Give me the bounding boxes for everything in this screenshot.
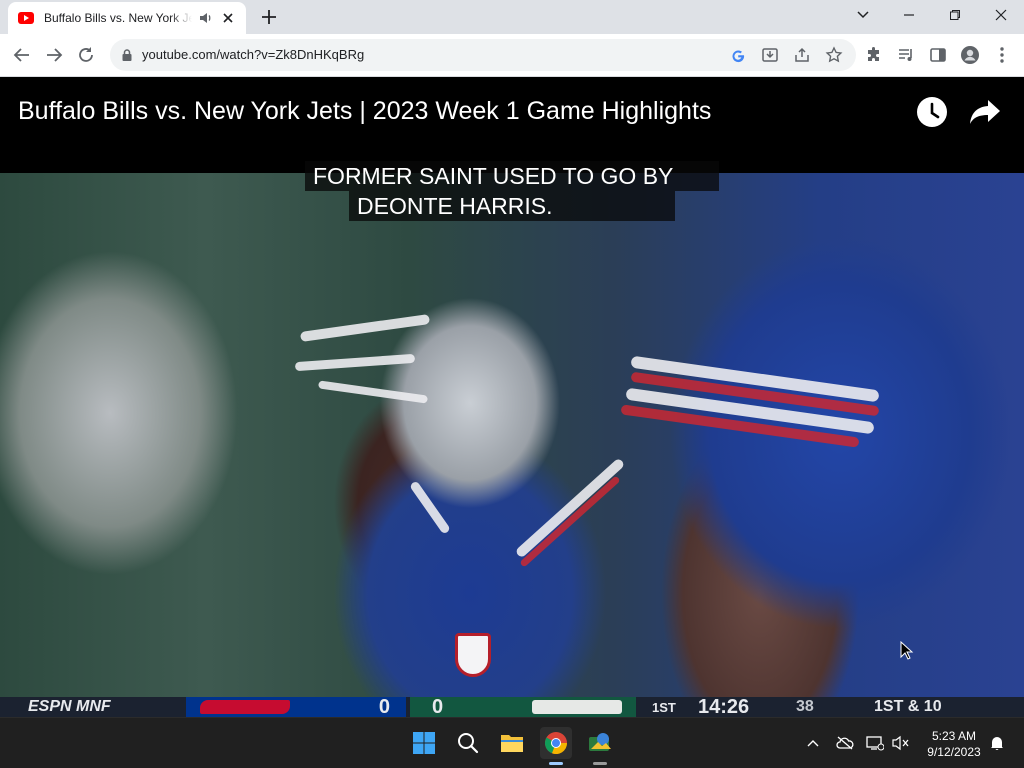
network-logo: ESPN MNF xyxy=(28,698,111,715)
browser-toolbar: youtube.com/watch?v=Zk8DnHKqBRg xyxy=(0,34,1024,77)
forward-icon[interactable] xyxy=(42,43,66,67)
nfl-shield-logo xyxy=(455,633,491,677)
install-app-icon[interactable] xyxy=(760,45,780,65)
video-player[interactable]: Buffalo Bills vs. New York Jets | 2023 W… xyxy=(0,77,1024,717)
extensions-icon[interactable] xyxy=(864,45,884,65)
down-distance: 1ST & 10 xyxy=(874,698,942,715)
running-app-indicator xyxy=(593,762,607,765)
play-clock: 38 xyxy=(796,698,814,715)
home-team-panel: 0 xyxy=(410,697,636,717)
away-team-panel: 0 xyxy=(186,697,406,717)
youtube-favicon-icon xyxy=(18,12,34,24)
taskbar-clock[interactable]: 5:23 AM 9/12/2023 xyxy=(922,728,986,760)
reload-icon[interactable] xyxy=(74,43,98,67)
facemask-bar xyxy=(294,353,416,372)
speaker-icon[interactable] xyxy=(198,10,214,26)
show-hidden-icons-chevron-icon[interactable] xyxy=(804,734,822,752)
tab-search-icon[interactable] xyxy=(840,0,886,30)
caption-line: FORMER SAINT USED TO GO BY xyxy=(305,161,719,191)
onedrive-offline-icon[interactable] xyxy=(836,734,854,752)
windows-taskbar: 5:23 AM 9/12/2023 xyxy=(0,717,1024,768)
chrome-taskbar-icon[interactable] xyxy=(540,727,572,765)
clock-time: 5:23 AM xyxy=(931,729,977,743)
profile-avatar-icon[interactable] xyxy=(960,45,980,65)
video-title[interactable]: Buffalo Bills vs. New York Jets | 2023 W… xyxy=(18,97,711,126)
watch-later-clock-icon[interactable] xyxy=(916,96,948,128)
share-page-icon[interactable] xyxy=(792,45,812,65)
tab-strip: Buffalo Bills vs. New York Jets | 2023 W… xyxy=(0,0,1024,34)
game-clock: 14:26 xyxy=(698,697,750,717)
tab-title: Buffalo Bills vs. New York Jets | 2023 W… xyxy=(44,11,192,25)
lock-icon[interactable] xyxy=(120,48,134,62)
back-icon[interactable] xyxy=(10,43,34,67)
app-taskbar-icon[interactable] xyxy=(584,727,616,765)
jersey-collar xyxy=(409,480,451,535)
jets-logo-icon xyxy=(532,700,622,714)
facemask-bar xyxy=(299,314,431,342)
facemask-bar xyxy=(317,380,429,404)
close-window-icon[interactable] xyxy=(978,0,1024,30)
address-bar[interactable]: youtube.com/watch?v=Zk8DnHKqBRg xyxy=(110,39,856,71)
quarter: 1ST xyxy=(652,699,676,715)
caption-line: DEONTE HARRIS. xyxy=(349,191,675,221)
media-control-icon[interactable] xyxy=(896,45,916,65)
browser-tab[interactable]: Buffalo Bills vs. New York Jets | 2023 W… xyxy=(8,2,246,34)
file-explorer-icon[interactable] xyxy=(496,727,528,759)
menu-kebab-icon[interactable] xyxy=(992,45,1012,65)
network-icon[interactable] xyxy=(866,734,884,752)
search-icon[interactable] xyxy=(452,727,484,759)
clock-date: 9/12/2023 xyxy=(927,745,981,759)
url-text[interactable]: youtube.com/watch?v=Zk8DnHKqBRg xyxy=(142,47,364,62)
mouse-cursor-icon xyxy=(900,640,914,661)
new-tab-button[interactable] xyxy=(258,6,280,28)
volume-muted-icon[interactable] xyxy=(892,734,910,752)
share-arrow-icon[interactable] xyxy=(968,97,1002,127)
away-score: 0 xyxy=(378,697,390,717)
active-app-indicator xyxy=(549,762,563,765)
jersey-collar xyxy=(514,457,626,559)
bills-logo-icon xyxy=(200,700,290,714)
home-score: 0 xyxy=(432,697,444,717)
notification-bell-icon[interactable] xyxy=(988,734,1006,752)
video-frame[interactable] xyxy=(0,173,1024,699)
jersey-collar xyxy=(519,475,621,568)
bookmark-star-icon[interactable] xyxy=(824,45,844,65)
minimize-icon[interactable] xyxy=(886,0,932,30)
restore-icon[interactable] xyxy=(932,0,978,30)
score-bug: ESPN MNF 0 0 1ST 14:26 38 1ST & 10 xyxy=(0,697,1024,717)
side-panel-icon[interactable] xyxy=(928,45,948,65)
start-windows-icon[interactable] xyxy=(408,727,440,759)
google-lens-icon[interactable] xyxy=(728,45,748,65)
close-tab-icon[interactable] xyxy=(220,10,236,26)
